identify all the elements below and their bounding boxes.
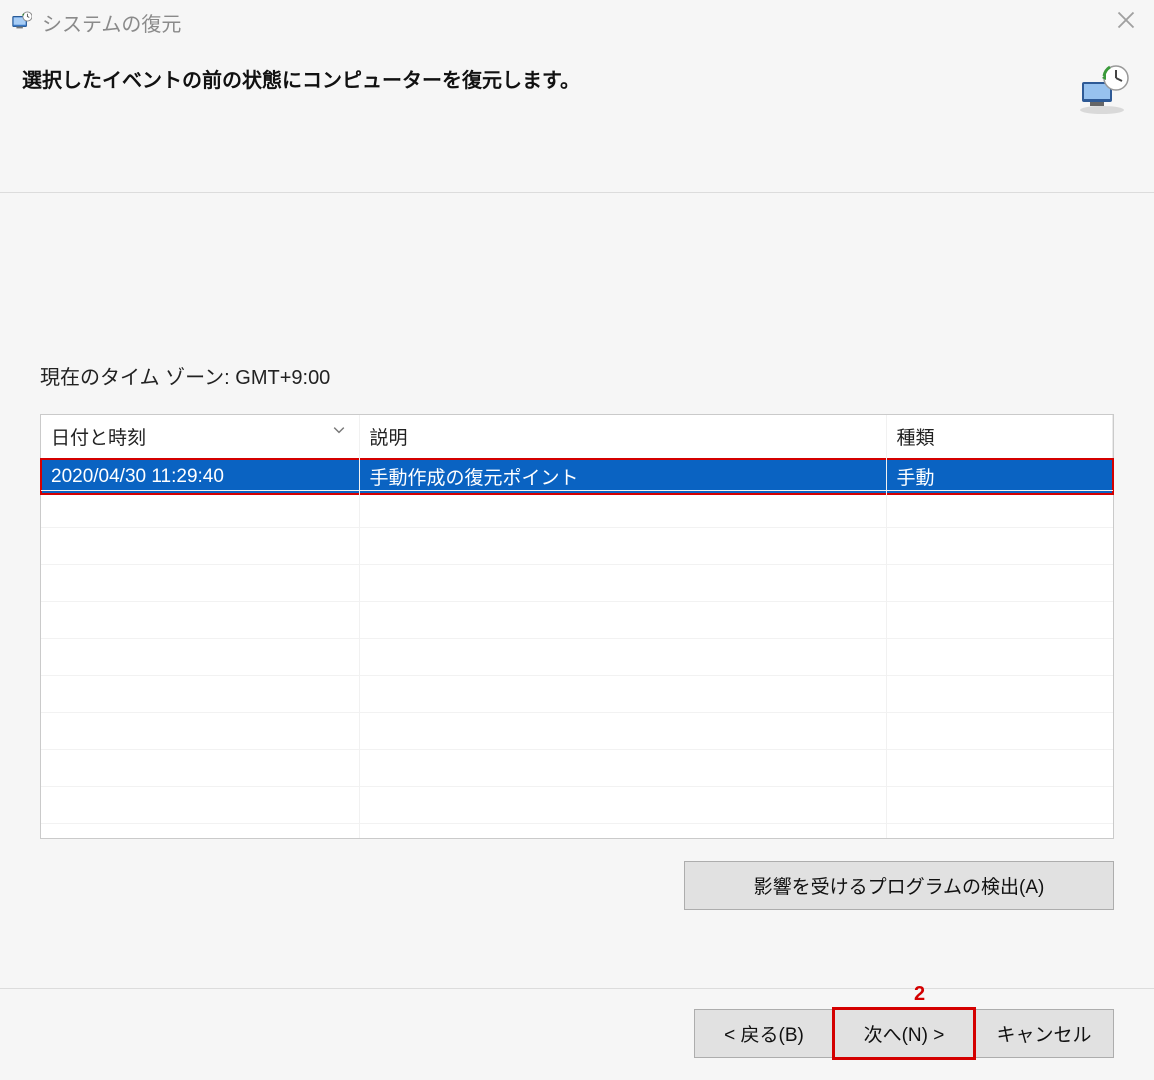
cell-type: 手動 — [886, 459, 1113, 495]
col-header-type[interactable]: 種類 — [886, 415, 1113, 459]
table-header-row: 日付と時刻 説明 種類 — [41, 415, 1113, 459]
cell-description: 手動作成の復元ポイント — [359, 459, 886, 495]
close-icon[interactable] — [1108, 6, 1144, 39]
table-row[interactable]: 2020/04/30 11:29:40 手動作成の復元ポイント 手動 — [41, 459, 1113, 495]
restore-points-table[interactable]: 日付と時刻 説明 種類 2020/04/30 11:29:40 — [40, 414, 1114, 839]
content-area: 現在のタイム ゾーン: GMT+9:00 1 日付と時刻 — [0, 361, 1154, 910]
footer-buttons: < 戻る(B) 2 次へ(N) > キャンセル — [0, 989, 1154, 1058]
col-header-type-label: 種類 — [897, 428, 935, 449]
annotation-2: 2 — [914, 983, 925, 1006]
sort-indicator-icon — [333, 421, 345, 437]
col-header-description[interactable]: 説明 — [359, 415, 886, 459]
col-header-description-label: 説明 — [370, 428, 408, 449]
col-header-datetime-label: 日付と時刻 — [51, 428, 146, 449]
detect-affected-programs-button[interactable]: 影響を受けるプログラムの検出(A) — [684, 861, 1114, 910]
page-heading: 選択したイベントの前の状態にコンピューターを復元します。 — [22, 64, 580, 93]
restore-point-icon — [1072, 64, 1132, 114]
next-button[interactable]: 次へ(N) > — [834, 1009, 974, 1058]
col-header-datetime[interactable]: 日付と時刻 — [41, 415, 359, 459]
cell-datetime: 2020/04/30 11:29:40 — [41, 459, 359, 495]
system-restore-icon — [10, 11, 32, 33]
back-button[interactable]: < 戻る(B) — [694, 1009, 834, 1058]
detect-button-row: 影響を受けるプログラムの検出(A) — [40, 861, 1114, 910]
cancel-button[interactable]: キャンセル — [974, 1009, 1114, 1058]
divider — [0, 192, 1154, 193]
titlebar: システムの復元 — [0, 0, 1154, 44]
header: 選択したイベントの前の状態にコンピューターを復元します。 — [0, 44, 1154, 124]
timezone-label: 現在のタイム ゾーン: GMT+9:00 — [40, 361, 1114, 390]
window-title: システムの復元 — [42, 8, 181, 37]
